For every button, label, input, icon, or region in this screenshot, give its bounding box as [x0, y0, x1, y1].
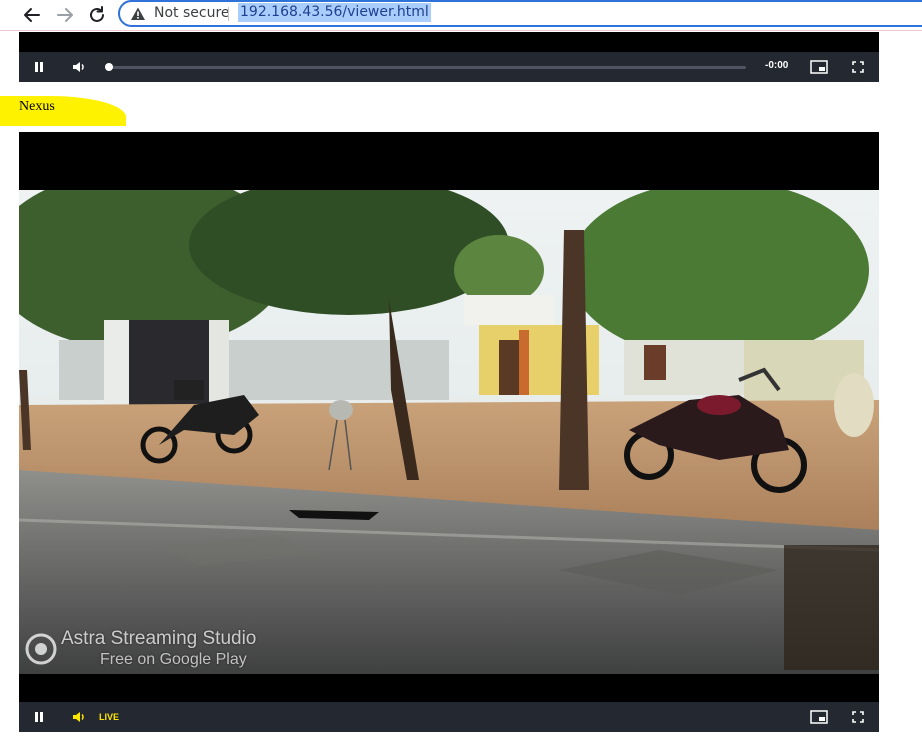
top-video-area[interactable]: [19, 32, 879, 52]
volume-icon[interactable]: [71, 59, 87, 75]
address-bar[interactable]: Not secure 192.168.43.56/viewer.html: [118, 0, 922, 27]
omnibox-divider: [228, 7, 229, 21]
reload-icon[interactable]: [85, 3, 109, 27]
pause-icon[interactable]: [31, 709, 47, 725]
time-display: -0:00: [765, 60, 789, 71]
url-text[interactable]: 192.168.43.56/viewer.html: [238, 3, 431, 22]
main-video[interactable]: Astra Streaming Studio Free on Google Pl…: [19, 132, 879, 702]
fullscreen-icon[interactable]: [850, 709, 866, 725]
back-arrow-icon[interactable]: [20, 3, 44, 27]
picture-in-picture-icon[interactable]: [810, 59, 828, 75]
watermark-title: Astra Streaming Studio: [61, 628, 257, 649]
warning-icon[interactable]: [130, 6, 146, 22]
video-frame: [19, 190, 879, 674]
live-indicator: LIVE: [99, 712, 120, 722]
progress-bar[interactable]: [107, 66, 746, 69]
pause-icon[interactable]: [31, 59, 47, 75]
main-player-controlbar: LIVE: [19, 702, 879, 732]
forward-arrow-icon[interactable]: [53, 3, 77, 27]
browser-toolbar: Not secure 192.168.43.56/viewer.html: [0, 0, 922, 31]
progress-knob[interactable]: [105, 63, 113, 71]
volume-icon[interactable]: [71, 709, 87, 725]
top-player-controlbar: -0:00: [19, 52, 879, 82]
security-status[interactable]: Not secure: [154, 5, 230, 21]
watermark-subtitle: Free on Google Play: [100, 651, 247, 668]
stream-label: Nexus: [19, 99, 55, 114]
picture-in-picture-icon[interactable]: [810, 709, 828, 725]
fullscreen-icon[interactable]: [850, 59, 866, 75]
